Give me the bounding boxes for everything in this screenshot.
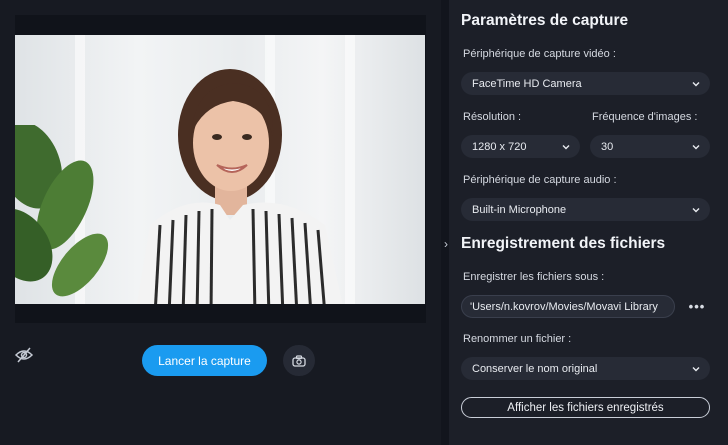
chevron-down-icon — [692, 144, 700, 149]
video-device-value: FaceTime HD Camera — [472, 77, 582, 90]
browse-more-button[interactable]: ••• — [685, 295, 709, 318]
panel-divider — [441, 0, 449, 445]
chevron-down-icon — [692, 366, 700, 371]
audio-device-value: Built-in Microphone — [472, 203, 567, 216]
start-capture-button[interactable]: Lancer la capture — [142, 345, 267, 376]
rename-label: Renommer un fichier : — [463, 333, 572, 345]
rename-select[interactable]: Conserver le nom original — [461, 357, 710, 380]
person-image — [136, 69, 343, 304]
video-device-label: Périphérique de capture vidéo : — [463, 48, 616, 60]
audio-device-select[interactable]: Built-in Microphone — [461, 198, 710, 221]
rename-value: Conserver le nom original — [472, 362, 598, 375]
settings-panel: Paramètres de capture Périphérique de ca… — [449, 0, 728, 445]
capture-settings-title: Paramètres de capture — [461, 12, 629, 29]
snapshot-button[interactable] — [283, 345, 315, 376]
eye-slash-icon[interactable] — [14, 346, 34, 364]
audio-device-label: Périphérique de capture audio : — [463, 174, 617, 186]
chevron-down-icon — [562, 144, 570, 149]
camera-icon — [292, 354, 306, 367]
resolution-value: 1280 x 720 — [472, 140, 527, 153]
chevron-down-icon — [692, 81, 700, 86]
file-saving-title: Enregistrement des fichiers — [461, 235, 666, 252]
fps-label: Fréquence d'images : — [592, 111, 698, 123]
resolution-label: Résolution : — [463, 111, 522, 123]
save-path-field[interactable]: 'Users/n.kovrov/Movies/Movavi Library — [461, 295, 675, 318]
save-as-label: Enregistrer les fichiers sous : — [463, 271, 605, 283]
video-device-select[interactable]: FaceTime HD Camera — [461, 72, 710, 95]
fps-select[interactable]: 30 — [590, 135, 710, 158]
show-saved-files-button[interactable]: Afficher les fichiers enregistrés — [461, 397, 710, 418]
preview-area: Lancer la capture — [0, 0, 441, 445]
chevron-down-icon — [692, 207, 700, 212]
resolution-select[interactable]: 1280 x 720 — [461, 135, 580, 158]
fps-value: 30 — [601, 140, 614, 153]
webcam-preview — [15, 35, 425, 304]
plant-image — [15, 125, 109, 297]
